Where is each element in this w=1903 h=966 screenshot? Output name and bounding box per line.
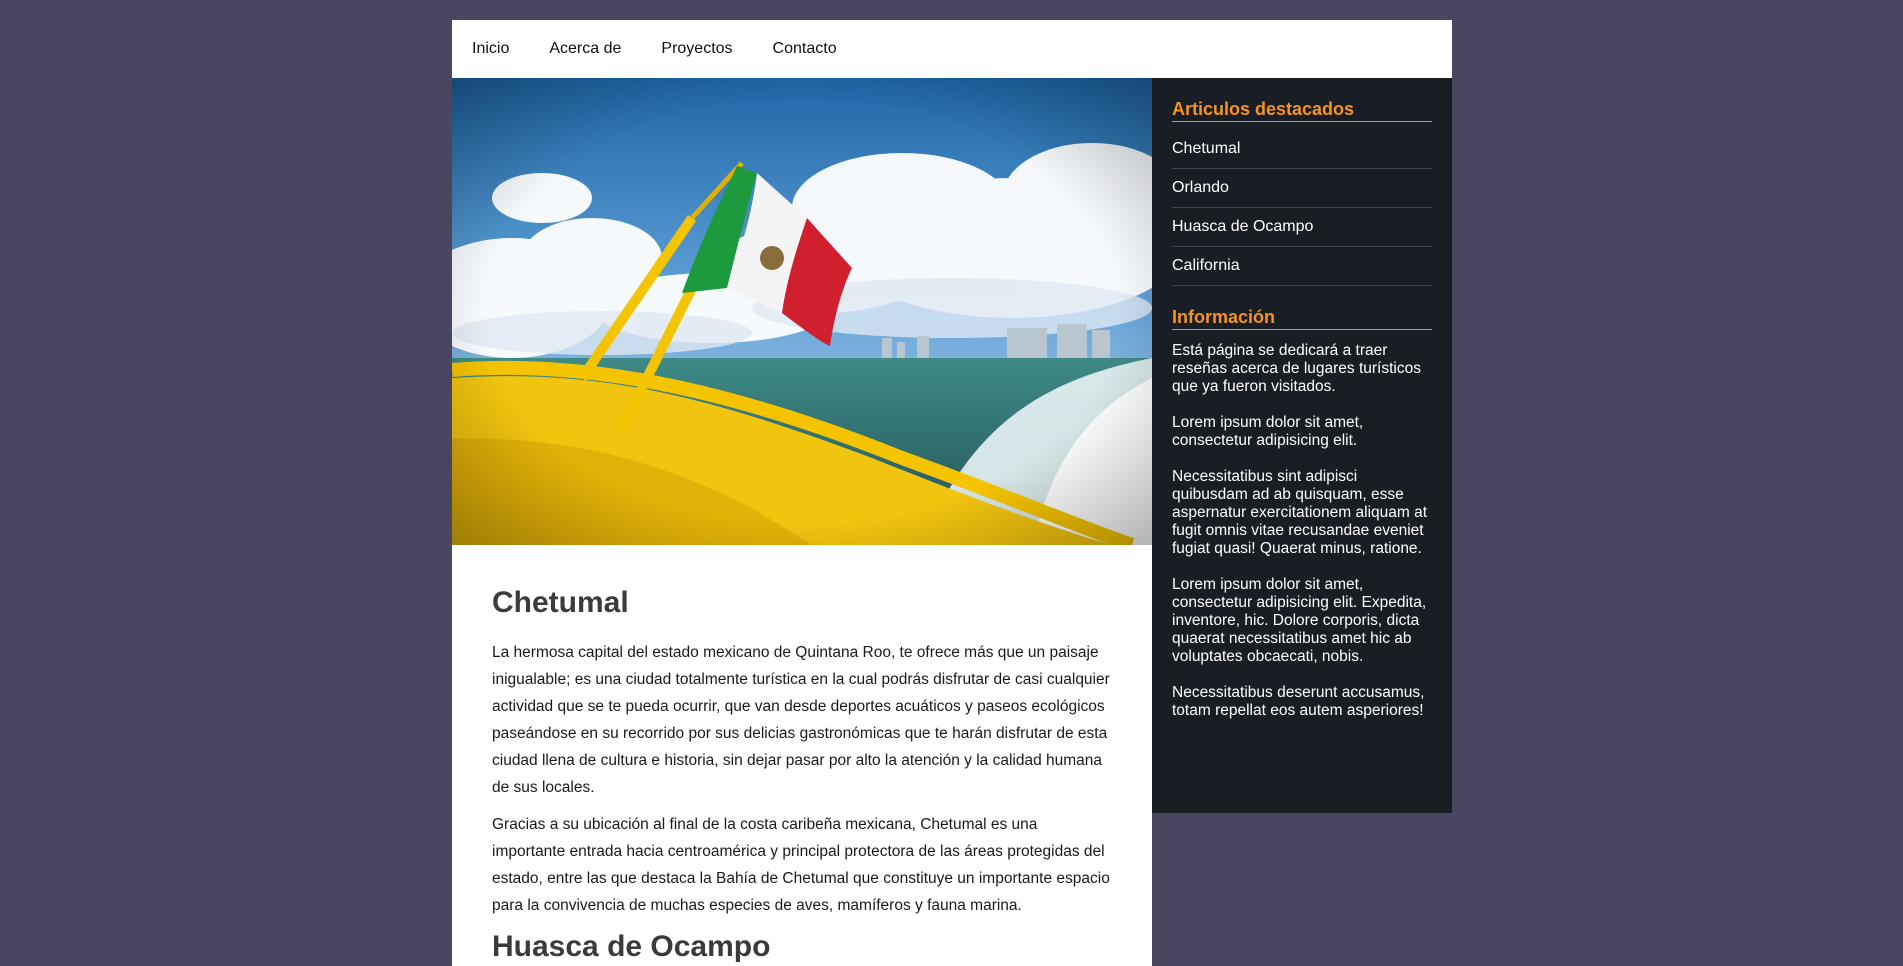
- info-paragraph-4: Lorem ipsum dolor sit amet, consectetur …: [1172, 576, 1427, 665]
- article-paragraph-1: La hermosa capital del estado mexicano d…: [492, 644, 1110, 796]
- info-title: Información: [1172, 306, 1432, 330]
- article-paragraph-2: Gracias a su ubicación al final de la co…: [492, 816, 1110, 914]
- nav-proyectos[interactable]: Proyectos: [641, 40, 752, 58]
- nav-inicio[interactable]: Inicio: [452, 40, 529, 58]
- boat-mexican-flag-photo: [452, 78, 1152, 545]
- featured-item-chetumal: Chetumal: [1172, 130, 1432, 169]
- info-paragraph-1: Está página se dedicará a traer reseñas …: [1172, 342, 1421, 395]
- hero-image: [452, 78, 1152, 545]
- page-container: Inicio Acerca de Proyectos Contacto Chet…: [452, 20, 1452, 966]
- featured-link-orlando[interactable]: Orlando: [1172, 179, 1229, 196]
- featured-item-california: California: [1172, 247, 1432, 286]
- featured-item-huasca: Huasca de Ocampo: [1172, 208, 1432, 247]
- featured-item-orlando: Orlando: [1172, 169, 1432, 208]
- featured-articles-list: Chetumal Orlando Huasca de Ocampo Califo…: [1172, 130, 1432, 286]
- featured-articles-title: Articulos destacados: [1172, 98, 1432, 122]
- info-paragraph-2: Lorem ipsum dolor sit amet, consectetur …: [1172, 414, 1364, 449]
- sidebar: Articulos destacados Chetumal Orlando Hu…: [1152, 78, 1452, 813]
- nav-acerca-de[interactable]: Acerca de: [529, 40, 641, 58]
- nav-contacto[interactable]: Contacto: [753, 40, 857, 58]
- main-content: Chetumal La hermosa capital del estado m…: [452, 545, 1152, 966]
- top-nav: Inicio Acerca de Proyectos Contacto: [452, 20, 1452, 78]
- featured-link-chetumal[interactable]: Chetumal: [1172, 140, 1240, 157]
- article-title: Chetumal: [492, 586, 629, 619]
- info-paragraph-5: Necessitatibus deserunt accusamus, totam…: [1172, 684, 1425, 719]
- info-paragraph-3: Necessitatibus sint adipisci quibusdam a…: [1172, 468, 1428, 557]
- next-article-title: Huasca de Ocampo: [492, 930, 771, 963]
- featured-link-huasca[interactable]: Huasca de Ocampo: [1172, 218, 1313, 235]
- featured-link-california[interactable]: California: [1172, 257, 1240, 274]
